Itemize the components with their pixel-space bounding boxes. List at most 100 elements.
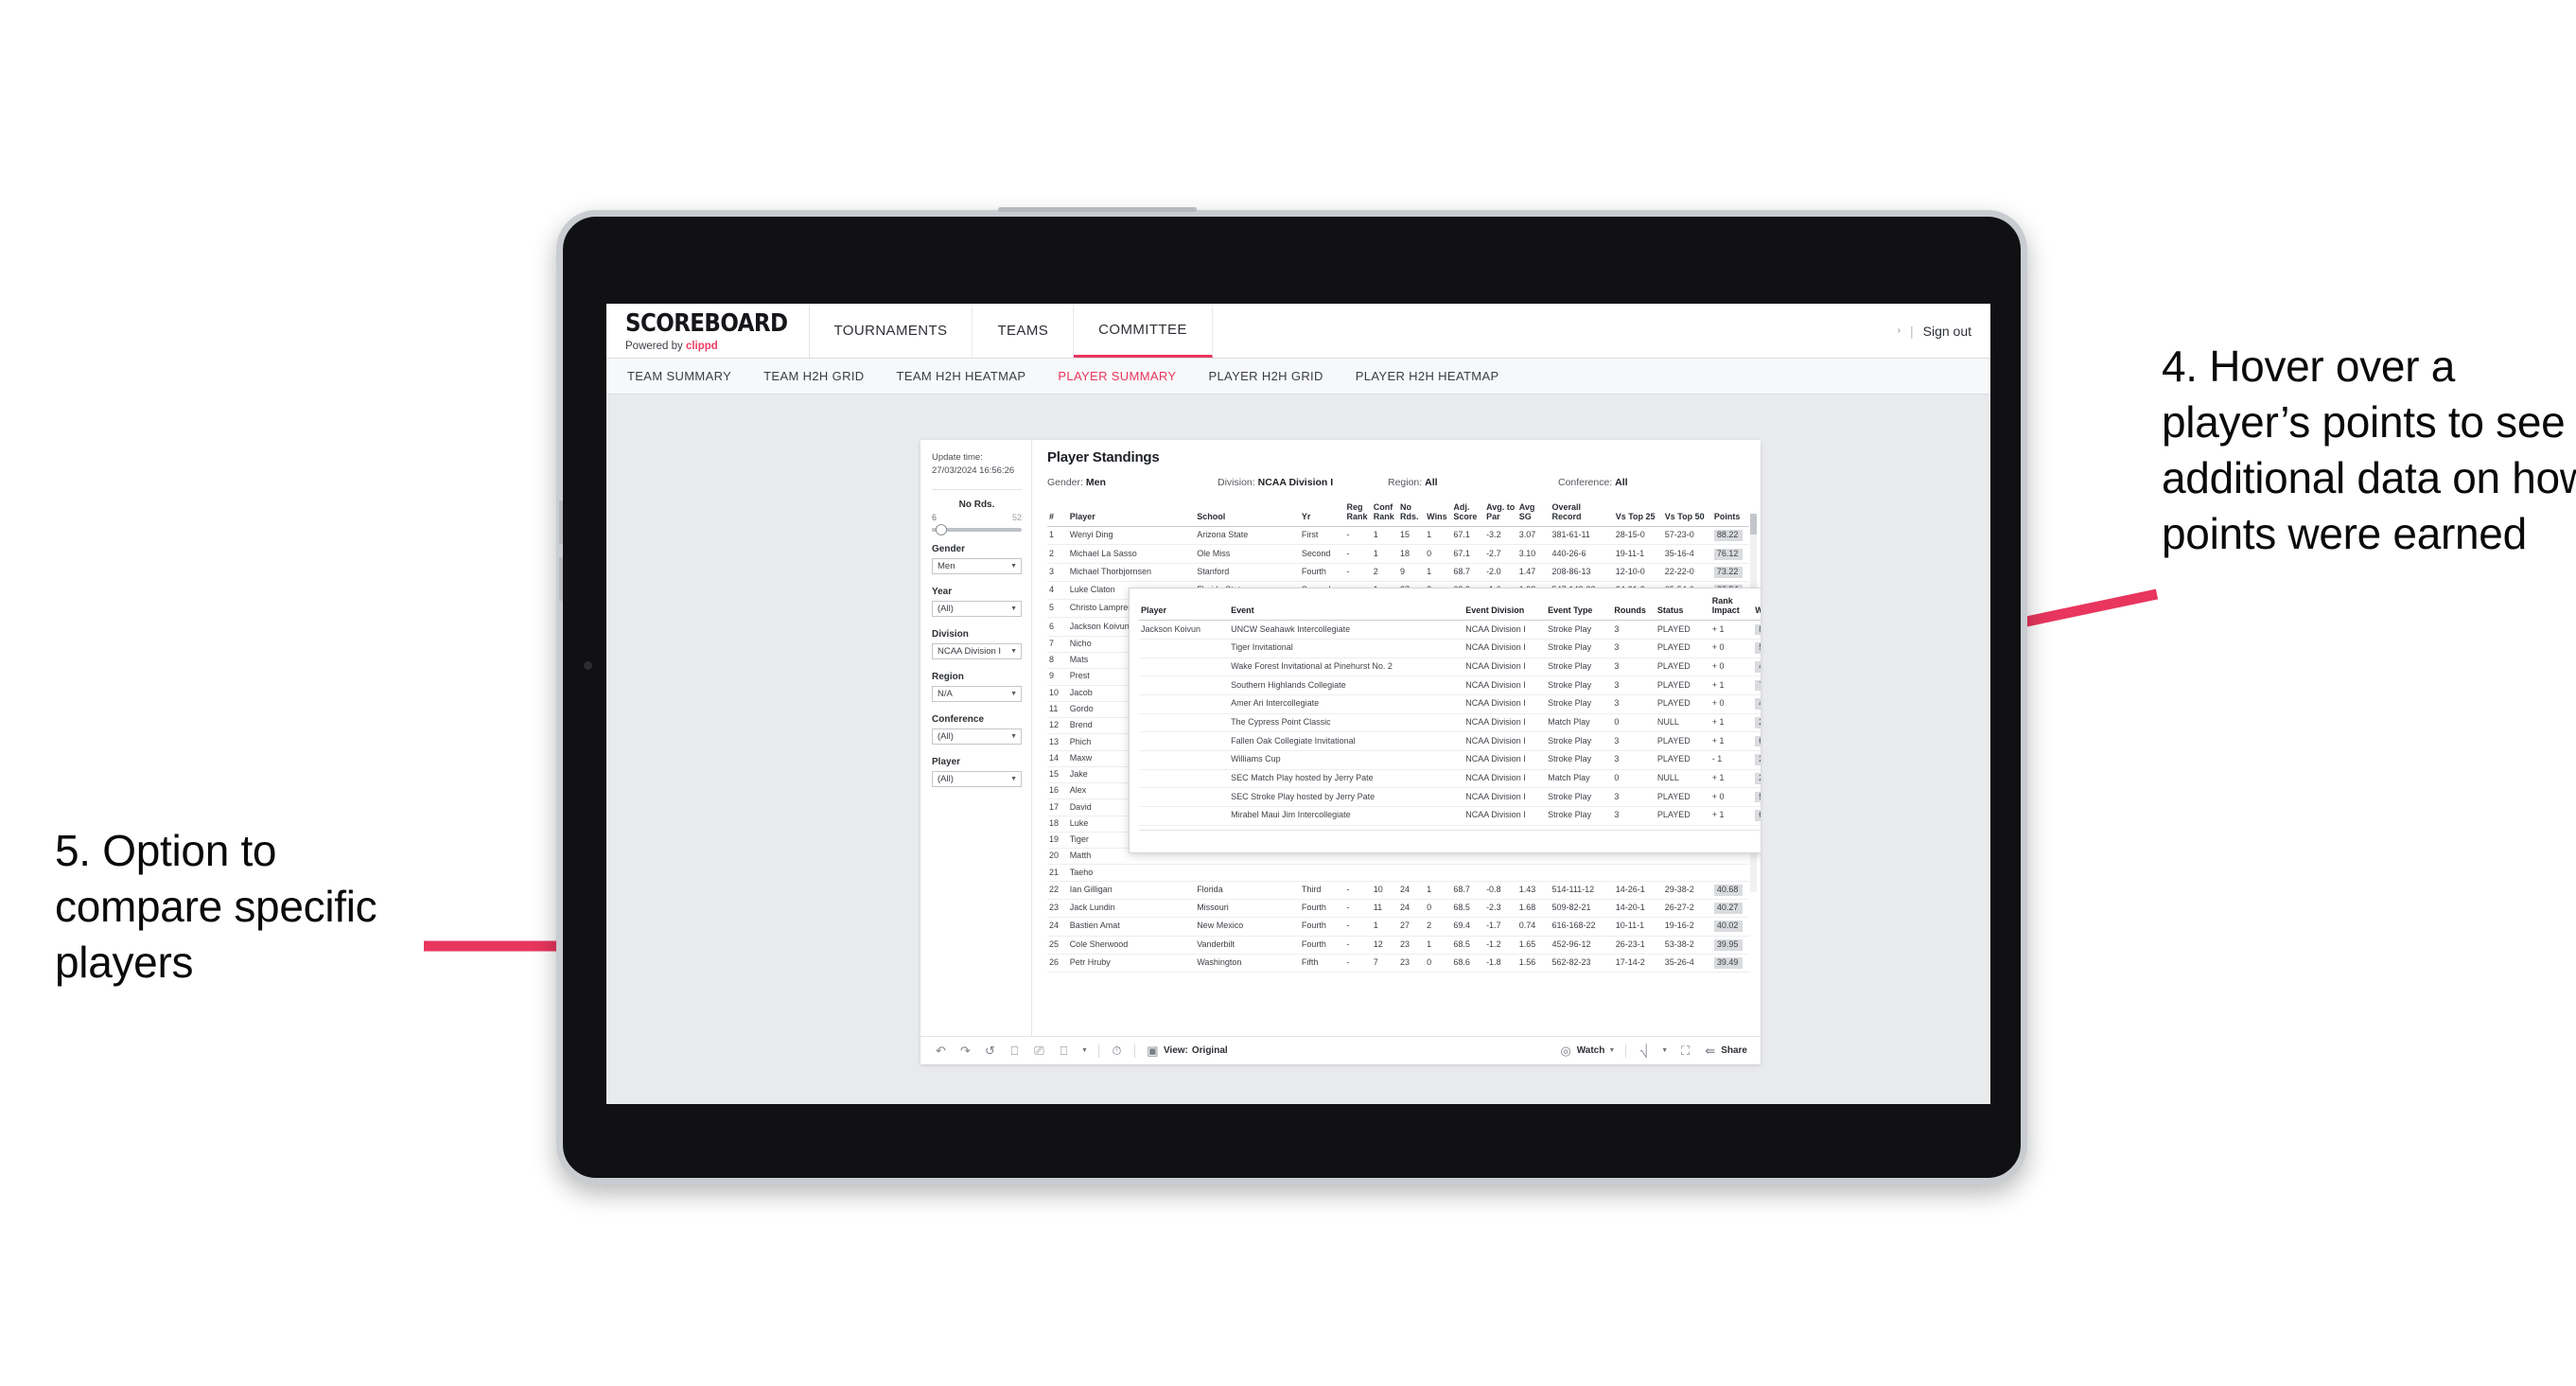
column-header[interactable]: Wins	[1425, 500, 1452, 528]
undo-icon[interactable]: ↶	[934, 1044, 948, 1058]
table-row[interactable]: 3 Michael Thorbjornsen Stanford Fourth -2 9 1 6…	[1047, 563, 1749, 582]
cell-pts[interactable]: 73.22	[1711, 563, 1749, 582]
subnav-tab-player-h2h-heatmap[interactable]: PLAYER H2H HEATMAP	[1356, 369, 1499, 383]
cell-pts[interactable]: 39.95	[1711, 936, 1749, 955]
no-rounds-slider-handle[interactable]	[936, 523, 947, 535]
cell-pts[interactable]: 40.27	[1711, 899, 1749, 919]
pause-auto-update-icon[interactable]: ⎚	[1032, 1044, 1046, 1058]
filter-select-division[interactable]: NCAA Division I ▼	[932, 642, 1022, 659]
table-row[interactable]: 1 Wenyi Ding Arizona State First -1 15 1 67.1 -3…	[1047, 526, 1749, 546]
table-row[interactable]: 24 Bastien Amat New Mexico Fourth -1 27 2 69.4-…	[1047, 917, 1749, 937]
subnav-tab-team-h2h-heatmap[interactable]: TEAM H2H HEATMAP	[897, 369, 1026, 383]
nav-tab-teams[interactable]: TEAMS	[973, 304, 1075, 358]
tooltip-cell-status: PLAYED	[1655, 787, 1710, 807]
pan-caret-icon[interactable]: ▼	[1081, 1047, 1088, 1054]
download-caret-icon[interactable]: ▼	[1661, 1047, 1668, 1054]
fullscreen-icon[interactable]: ⛶	[1678, 1044, 1692, 1058]
cell-player: Bastien Amat	[1067, 917, 1196, 937]
column-header[interactable]: Player	[1067, 500, 1196, 528]
table-row[interactable]: 23 Jack Lundin Missouri Fourth -11 24 0 68.5 -2.…	[1047, 899, 1749, 919]
chevron-down-icon[interactable]: ▼	[1010, 648, 1017, 655]
column-header[interactable]: Adj. Score	[1451, 500, 1485, 528]
no-rounds-slider[interactable]	[932, 523, 1022, 535]
points-value[interactable]: 39.95	[1713, 939, 1744, 951]
column-header[interactable]: Reg Rank	[1344, 500, 1372, 528]
points-value[interactable]: 76.12	[1713, 548, 1744, 560]
tooltip-cell-points: 46.72	[1753, 658, 1761, 677]
points-value[interactable]: 39.49	[1713, 956, 1744, 969]
cell-t25: 17-14-2	[1613, 954, 1663, 974]
filter-select-player[interactable]: (All) ▼	[932, 770, 1022, 787]
column-header[interactable]: No Rds.	[1397, 500, 1426, 528]
points-value[interactable]: 40.27	[1713, 903, 1744, 915]
revert-icon[interactable]: ↺	[983, 1044, 997, 1058]
scrollbar-thumb[interactable]	[1750, 514, 1757, 535]
cell-n: 9	[1047, 668, 1068, 686]
view-selector[interactable]: ▣ View: Original	[1146, 1044, 1227, 1058]
column-header[interactable]: Vs Top 25	[1613, 500, 1663, 528]
volume-up-button[interactable]	[559, 500, 563, 544]
table-row[interactable]: 26 Petr Hruby Washington Fifth -7 23 0 68.6 -1.8…	[1047, 954, 1749, 974]
points-value[interactable]: 40.68	[1713, 884, 1744, 896]
cell-t50: 53-38-2	[1662, 936, 1712, 955]
table-row[interactable]: 21 Taeho	[1047, 864, 1749, 882]
share-button[interactable]: ⇚ Share	[1703, 1044, 1747, 1058]
tooltip-cell-rounds: 3	[1612, 750, 1656, 770]
points-value[interactable]: 88.22	[1713, 530, 1744, 542]
sign-out-link[interactable]: Sign out	[1923, 324, 1971, 339]
points-value[interactable]: 40.02	[1713, 921, 1744, 933]
table-row[interactable]: 25 Cole Sherwood Vanderbilt Fourth -12 23 1 68.…	[1047, 936, 1749, 955]
column-header[interactable]: Avg. to Par	[1484, 500, 1517, 528]
subnav-tab-team-summary[interactable]: TEAM SUMMARY	[627, 369, 731, 383]
tooltip-cell-status: NULL	[1655, 769, 1710, 789]
tooltip-cell-event: Tiger Invitational	[1229, 639, 1464, 658]
cell-sg: 0.74	[1516, 917, 1551, 937]
column-header[interactable]: #	[1047, 500, 1068, 528]
column-header[interactable]: Overall Record	[1550, 500, 1614, 528]
chevron-down-icon[interactable]: ▼	[1010, 733, 1017, 740]
chevron-down-icon[interactable]: ▼	[1010, 563, 1017, 570]
tooltip-points-value: 56.18	[1755, 791, 1761, 803]
column-header[interactable]: Points	[1711, 500, 1749, 528]
watch-caret-icon[interactable]: ▼	[1608, 1047, 1615, 1054]
download-icon[interactable]: ⎷	[1637, 1044, 1651, 1058]
chevron-down-icon[interactable]: ▼	[1010, 691, 1017, 697]
volume-down-button[interactable]	[559, 557, 563, 601]
clock-icon[interactable]: ⏱	[1110, 1044, 1124, 1058]
pan-icon[interactable]: ⎕	[1057, 1044, 1071, 1058]
column-header[interactable]: Conf Rank	[1371, 500, 1398, 528]
table-row[interactable]: 22 Ian Gilligan Florida Third -10 24 1 68.7 -0.8…	[1047, 881, 1749, 901]
table-row[interactable]: 2 Michael La Sasso Ole Miss Second -1 18 0 67.1…	[1047, 544, 1749, 564]
cell-pts[interactable]	[1711, 864, 1749, 882]
chevron-down-icon[interactable]: ▼	[1010, 605, 1017, 612]
filter-select-gender[interactable]: Men ▼	[932, 557, 1022, 574]
tooltip-cell-type: Match Play	[1546, 713, 1613, 733]
cell-pts[interactable]: 88.22	[1711, 526, 1749, 546]
cell-pts[interactable]: 40.02	[1711, 917, 1749, 937]
redo-icon[interactable]: ↷	[958, 1044, 973, 1058]
filter-select-region[interactable]: N/A ▼	[932, 685, 1022, 702]
chevron-down-icon[interactable]: ▼	[1010, 776, 1017, 782]
watch-button[interactable]: ◎ Watch ▼	[1559, 1044, 1616, 1058]
nav-tab-committee[interactable]: COMMITTEE	[1074, 304, 1213, 358]
tooltip-cell-type: Stroke Play	[1546, 658, 1613, 677]
filter-select-year[interactable]: (All) ▼	[932, 600, 1022, 617]
column-header[interactable]: Yr	[1299, 500, 1345, 528]
cell-n: 21	[1047, 864, 1068, 882]
nav-tab-tournaments[interactable]: TOURNAMENTS	[810, 304, 973, 358]
refresh-icon[interactable]: ⎕	[1008, 1044, 1022, 1058]
subnav-tab-player-h2h-grid[interactable]: PLAYER H2H GRID	[1208, 369, 1323, 383]
filter-select-conference[interactable]: (All) ▼	[932, 728, 1022, 745]
column-header[interactable]: Vs Top 50	[1662, 500, 1712, 528]
column-header[interactable]: School	[1195, 500, 1300, 528]
cell-pts[interactable]: 40.68	[1711, 881, 1749, 901]
column-header[interactable]: Avg SG	[1516, 500, 1551, 528]
app-logo[interactable]: SCOREBOARD Powered by clippd	[606, 304, 810, 358]
account-chevron-icon[interactable]: ›	[1898, 325, 1901, 336]
cell-pts[interactable]: 39.49	[1711, 954, 1749, 974]
filter-region: Region N/A ▼	[932, 672, 1022, 702]
subnav-tab-team-h2h-grid[interactable]: TEAM H2H GRID	[763, 369, 864, 383]
subnav-tab-player-summary[interactable]: PLAYER SUMMARY	[1058, 369, 1176, 383]
cell-pts[interactable]: 76.12	[1711, 544, 1749, 564]
points-value[interactable]: 73.22	[1713, 566, 1744, 578]
